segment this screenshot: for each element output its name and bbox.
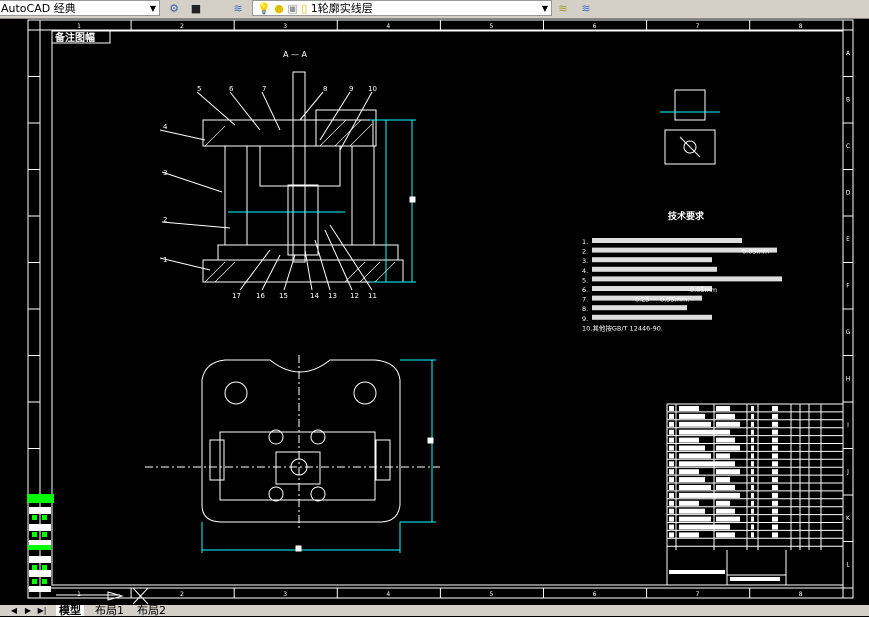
part-number: 17 — [232, 292, 241, 300]
first-tab-arrow-icon[interactable]: ◀ — [8, 605, 20, 616]
part-number: 9 — [349, 85, 353, 93]
grid-column-label: 2 — [180, 23, 184, 30]
grid-row-label: J — [846, 469, 849, 476]
tech-requirement-item: 3. — [582, 257, 588, 265]
tech-requirement-item: 5. — [582, 276, 588, 284]
corner-label: 备注图幅 — [54, 31, 95, 44]
grid-row-label: B — [846, 97, 850, 104]
tech-fragment: 0.25 — 0.35mm. — [635, 296, 689, 304]
part-number: 4 — [163, 123, 168, 131]
toolbar-lock-icon[interactable]: ■ — [188, 1, 204, 16]
grid-column-label: 7 — [696, 23, 700, 30]
part-number: 13 — [328, 292, 337, 300]
color-swatch-icon: ▯ — [301, 2, 308, 15]
next-tab-arrow-icon[interactable]: ▶ — [22, 605, 34, 616]
part-number: 5 — [197, 85, 201, 93]
grid-row-label: D — [846, 190, 851, 197]
grid-column-label: 4 — [386, 591, 390, 598]
workspace-settings-icon[interactable]: ⚙ — [166, 1, 182, 16]
grid-column-label: 5 — [489, 23, 493, 30]
plan-view — [145, 355, 440, 553]
tab-model[interactable]: 模型 — [56, 605, 84, 616]
tab-layout1[interactable]: 布局1 — [92, 605, 127, 616]
part-number: 7 — [262, 85, 266, 93]
drawing-canvas[interactable]: 1122334455667788 ABCDEFGHIJKL 备注图幅 A — A… — [0, 18, 869, 605]
part-number: 15 — [279, 292, 288, 300]
tech-requirements-title: 技术要求 — [668, 210, 705, 222]
layer-value: 1轮廓实线层 — [310, 2, 373, 15]
grid-column-label: 3 — [283, 23, 287, 30]
chevron-down-icon: ▼ — [541, 4, 548, 13]
workspace-select[interactable]: AutoCAD 经典 ▼ — [0, 0, 160, 16]
part-number: 8 — [323, 85, 327, 93]
grid-row-label: F — [846, 283, 850, 290]
layout-tabs: ◀ ▶ ▶| 模型 布局1 布局2 — [0, 605, 869, 616]
lightbulb-icon: 💡 — [257, 2, 271, 15]
grid-row-label: K — [846, 515, 851, 522]
part-number: 16 — [256, 292, 265, 300]
lock-icon: ▣ — [287, 2, 298, 15]
tech-fragment: 0.05mm — [690, 286, 717, 294]
tech-requirement-item: 7. — [582, 296, 588, 304]
grid-row-label: H — [846, 376, 851, 383]
tech-requirement-item: 9. — [582, 315, 588, 323]
grid-column-label: 5 — [489, 591, 493, 598]
grid-column-label: 3 — [283, 591, 287, 598]
make-layer-current-icon[interactable]: ≋ — [555, 1, 571, 16]
grid-row-label: C — [846, 143, 850, 150]
sun-icon: ● — [274, 2, 284, 15]
tech-requirement-item: 8. — [582, 305, 588, 313]
grid-column-label: 2 — [180, 591, 184, 598]
grid-row-label: E — [846, 236, 850, 243]
part-number: 6 — [229, 85, 234, 93]
grid-row-label: A — [846, 50, 851, 57]
part-number: 14 — [310, 292, 319, 300]
tab-layout2[interactable]: 布局2 — [134, 605, 169, 616]
toolbar: AutoCAD 经典 ▼ ⚙ ■ ≋ 💡 ● ▣ ▯ 1轮廓实线层 ▼ ≋ ≋ — [0, 0, 869, 19]
tech-requirement-item: 6. — [582, 286, 588, 294]
grid-column-label: 6 — [593, 591, 597, 598]
part-number: 1 — [163, 256, 167, 264]
grid-row-label: L — [846, 562, 850, 569]
grid-row-label: G — [846, 329, 851, 336]
grid-column-label: 6 — [593, 23, 597, 30]
chevron-down-icon: ▼ — [149, 4, 156, 13]
layer-manager-icon[interactable]: ≋ — [230, 1, 246, 16]
section-label: A — A — [283, 50, 308, 59]
part-number: 2 — [163, 216, 167, 224]
grid-column-label: 4 — [386, 23, 390, 30]
part-number: 11 — [368, 292, 377, 300]
layer-select[interactable]: 💡 ● ▣ ▯ 1轮廓实线层 ▼ — [252, 0, 552, 16]
grid-row-label: I — [847, 422, 849, 429]
tech-requirement-item: 2. — [582, 248, 588, 256]
part-number: 3 — [163, 169, 167, 177]
layer-previous-icon[interactable]: ≋ — [578, 1, 594, 16]
last-tab-arrow-icon[interactable]: ▶| — [36, 605, 48, 616]
workspace-value: AutoCAD 经典 — [1, 2, 76, 15]
grid-column-label: 8 — [799, 591, 803, 598]
part-number: 10 — [368, 85, 377, 93]
tech-requirement-item: 1. — [582, 238, 588, 246]
grid-column-label: 7 — [696, 591, 700, 598]
part-number: 12 — [350, 292, 359, 300]
detail-views — [660, 89, 720, 165]
tech-requirement-item: 4. — [582, 267, 588, 275]
grid-column-label: 8 — [799, 23, 803, 30]
parts-list-table — [666, 403, 844, 586]
grid-column-label: 1 — [77, 23, 81, 30]
tech-requirement-item: 10.其他按GB/T 12446-90. — [582, 323, 663, 332]
tech-fragment: 0.05mm — [742, 248, 769, 256]
